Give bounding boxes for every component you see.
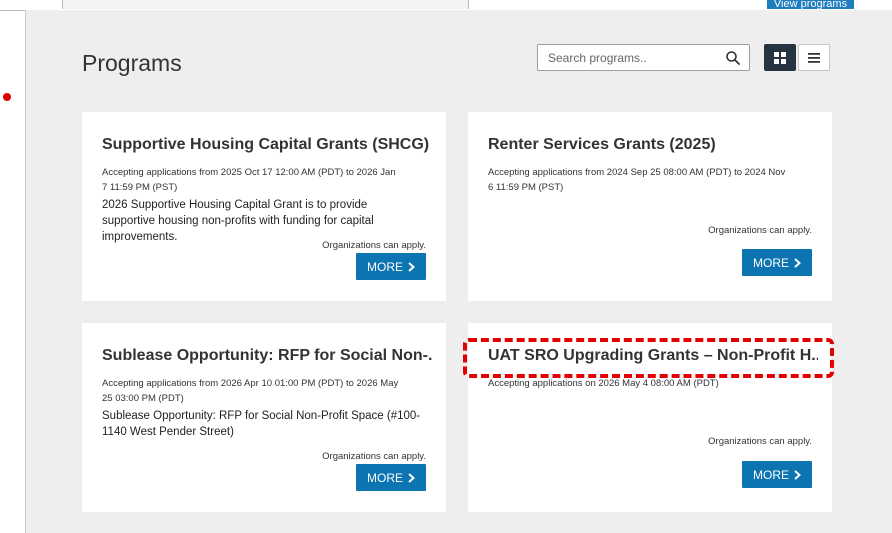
more-button[interactable]: MORE bbox=[356, 464, 426, 491]
program-description: 2026 Supportive Housing Capital Grant is… bbox=[102, 199, 374, 243]
annotation-dot bbox=[3, 93, 11, 101]
more-button[interactable]: MORE bbox=[356, 253, 426, 280]
page-title: Programs bbox=[82, 50, 182, 76]
eligibility-text: Organizations can apply. bbox=[322, 451, 426, 462]
chevron-right-icon bbox=[408, 472, 415, 483]
eligibility-text: Organizations can apply. bbox=[322, 240, 426, 251]
search-box[interactable] bbox=[537, 44, 750, 71]
search-input[interactable] bbox=[538, 45, 718, 70]
more-button[interactable]: MORE bbox=[742, 461, 812, 488]
program-dates: Accepting applications from 2024 Sep 25 … bbox=[488, 167, 786, 193]
program-title[interactable]: Sublease Opportunity: RFP for Social Non… bbox=[102, 347, 432, 365]
program-card: Sublease Opportunity: RFP for Social Non… bbox=[82, 323, 446, 512]
more-label: MORE bbox=[753, 255, 789, 270]
program-title[interactable]: Supportive Housing Capital Grants (SHCG) bbox=[102, 136, 432, 154]
top-left-box bbox=[62, 0, 469, 9]
program-dates: Accepting applications from 2026 Apr 10 … bbox=[102, 378, 399, 404]
program-description: Sublease Opportunity: RFP for Social Non… bbox=[102, 410, 421, 438]
view-programs-button[interactable]: View programs bbox=[767, 0, 854, 9]
more-label: MORE bbox=[367, 259, 403, 274]
chevron-right-icon bbox=[794, 469, 801, 480]
programs-panel: Programs Supportive Housing Capital Gran… bbox=[25, 10, 892, 533]
grid-icon bbox=[774, 51, 786, 64]
grid-view-button[interactable] bbox=[764, 44, 796, 71]
more-label: MORE bbox=[753, 467, 789, 482]
program-dates: Accepting applications on 2026 May 4 08:… bbox=[488, 378, 719, 389]
eligibility-text: Organizations can apply. bbox=[708, 436, 812, 447]
chevron-right-icon bbox=[408, 261, 415, 272]
list-view-button[interactable] bbox=[798, 44, 830, 71]
program-card: Supportive Housing Capital Grants (SHCG)… bbox=[82, 112, 446, 301]
highlight-box bbox=[463, 338, 834, 378]
more-label: MORE bbox=[367, 470, 403, 485]
program-title[interactable]: Renter Services Grants (2025) bbox=[488, 136, 818, 154]
program-dates: Accepting applications from 2025 Oct 17 … bbox=[102, 167, 396, 193]
search-icon[interactable] bbox=[725, 50, 741, 66]
chevron-right-icon bbox=[794, 257, 801, 268]
program-card: Renter Services Grants (2025) Accepting … bbox=[468, 112, 832, 301]
eligibility-text: Organizations can apply. bbox=[708, 225, 812, 236]
more-button[interactable]: MORE bbox=[742, 249, 812, 276]
list-icon bbox=[808, 52, 820, 63]
